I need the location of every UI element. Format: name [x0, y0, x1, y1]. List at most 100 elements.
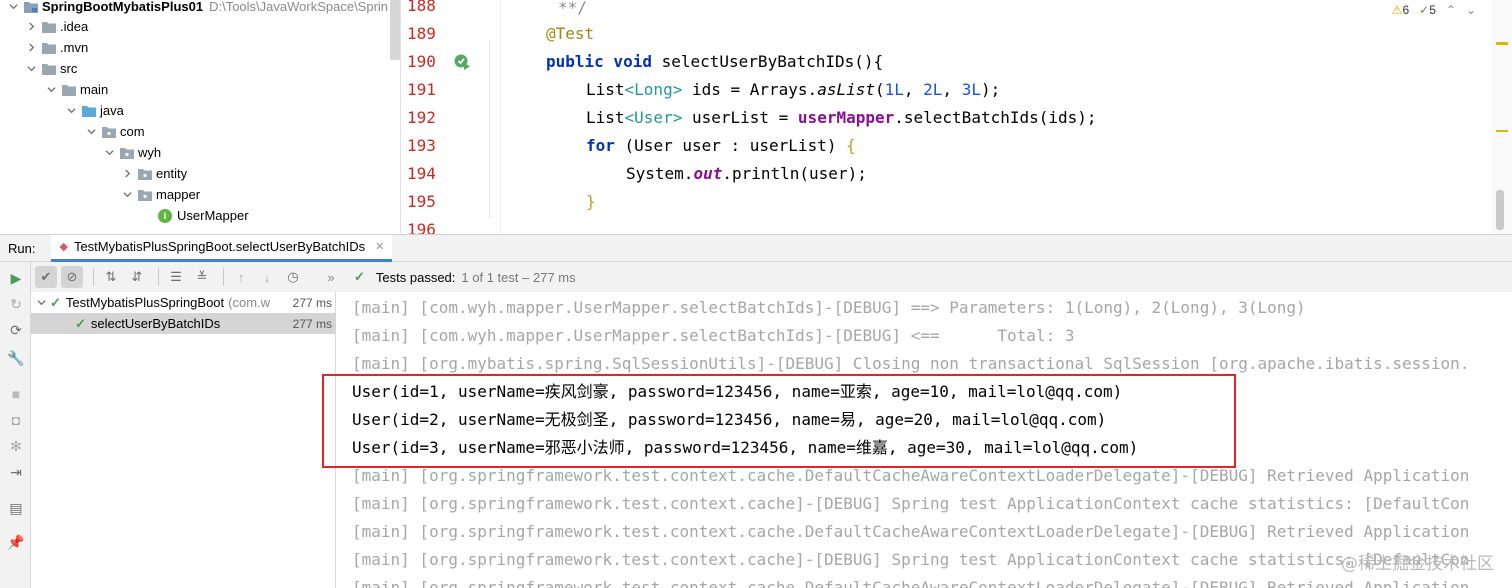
console-line: [main] [com.wyh.mapper.UserMapper.select…	[352, 326, 1075, 345]
layout-icon[interactable]: ▤	[6, 498, 26, 518]
show-ignored-icon[interactable]: ⊘	[61, 266, 83, 288]
import-icon[interactable]: ⇥	[6, 462, 26, 482]
chevron-down-icon[interactable]	[24, 64, 38, 73]
chevron-down-icon[interactable]	[120, 190, 134, 199]
editor-scrollbar[interactable]	[1496, 190, 1504, 230]
code-line-188: **/	[558, 0, 587, 17]
test-suite-row[interactable]: ✓ TestMybatisPlusSpringBoot (com.w 277 m…	[31, 292, 336, 313]
code-token: .println(user);	[722, 164, 867, 183]
console-line: User(id=3, userName=邪恶小法师, password=1234…	[352, 438, 1139, 457]
folder-icon	[42, 63, 56, 75]
root-path: D:\Tools\JavaWorkSpace\Sprin	[209, 0, 389, 14]
history-icon[interactable]: ◷	[282, 266, 304, 288]
check-icon: ✓	[354, 269, 365, 284]
chevron-up-icon[interactable]: ⌃	[1446, 3, 1456, 17]
sort-duration-icon[interactable]: ⇵	[126, 266, 148, 288]
root-name: SpringBootMybatisPlus01	[42, 0, 204, 14]
chevron-right-icon[interactable]	[120, 169, 134, 178]
code-line-193: for (User user : userList) {	[586, 132, 856, 160]
code-token: {	[846, 136, 856, 155]
check-icon: ✓	[75, 315, 86, 331]
close-icon[interactable]: ✕	[375, 240, 384, 253]
stripe-mark[interactable]	[1496, 130, 1508, 132]
chevron-down-icon[interactable]: ⌄	[1466, 3, 1476, 17]
watermark: @稀土掘金技术社区	[1341, 554, 1494, 574]
rerun-failed-icon[interactable]: ↻	[6, 294, 26, 314]
show-passed-icon[interactable]: ✔	[35, 266, 57, 288]
separator	[93, 268, 94, 286]
chevron-down-icon[interactable]	[37, 298, 46, 307]
settings-wrench-icon[interactable]: 🔧	[6, 348, 26, 368]
editor-gutter: 188 189 190 191 192 193 194 195 196	[401, 0, 501, 239]
tree-item-idea[interactable]: .idea	[24, 16, 88, 37]
chevron-down-icon[interactable]	[102, 148, 116, 157]
collapse-all-icon[interactable]: ≚	[191, 266, 213, 288]
tree-item-java[interactable]: java	[64, 100, 124, 121]
pin-icon[interactable]: 📌	[6, 532, 26, 552]
tree-item-mapper[interactable]: mapper	[120, 184, 200, 205]
chevron-down-icon[interactable]	[64, 106, 78, 115]
code-token: (User user : userList)	[614, 136, 847, 155]
chevron-down-icon[interactable]	[84, 127, 98, 136]
run-label: Run:	[8, 240, 36, 256]
arrow-down-icon[interactable]: ↓	[256, 266, 278, 288]
test-case-row[interactable]: ✓ selectUserByBatchIDs 277 ms	[31, 313, 336, 334]
code-token: <Long>	[624, 80, 683, 99]
more-icon[interactable]: »	[320, 266, 342, 288]
suite-time: 277 ms	[292, 295, 332, 310]
interface-icon: I	[158, 208, 172, 223]
package-icon	[138, 189, 152, 201]
stop-icon[interactable]: ■	[6, 384, 26, 404]
code-token: System.	[626, 164, 694, 183]
console-line: [main] [org.springframework.test.context…	[352, 494, 1470, 513]
code-token: (	[874, 80, 885, 99]
tree-label: UserMapper	[177, 208, 249, 223]
tree-scrollbar[interactable]	[390, 0, 400, 60]
console-output[interactable]: [main] [com.wyh.mapper.UserMapper.select…	[336, 292, 1512, 588]
code-token: .selectBatchIds(ids);	[894, 108, 1097, 127]
project-tree: SpringBootMybatisPlus01 D:\Tools\JavaWor…	[0, 0, 401, 234]
code-token: 3L	[961, 80, 981, 99]
folder-icon	[42, 42, 56, 54]
toggle-auto-test-icon[interactable]: ⟳	[6, 320, 26, 340]
tree-item-root[interactable]: SpringBootMybatisPlus01 D:\Tools\JavaWor…	[6, 0, 388, 17]
expand-all-icon[interactable]: ☰	[165, 266, 187, 288]
run-test-gutter-icon[interactable]	[453, 53, 471, 71]
weak-warning-count[interactable]: ✓5	[1419, 3, 1436, 17]
separator	[158, 268, 159, 286]
code-token: public void	[546, 52, 652, 71]
tree-item-com[interactable]: com	[84, 121, 145, 142]
chevron-down-icon[interactable]	[6, 2, 20, 11]
tree-item-entity[interactable]: entity	[120, 163, 187, 184]
suite-package: (com.w	[228, 295, 271, 310]
stripe-mark[interactable]	[1496, 42, 1508, 45]
tree-item-main[interactable]: main	[44, 79, 108, 100]
inspection-widget[interactable]: ⚠6 ✓5 ⌃ ⌄	[1392, 3, 1476, 17]
package-icon	[138, 168, 152, 180]
tree-label: .mvn	[60, 40, 89, 55]
tree-item-wyh[interactable]: wyh	[102, 142, 161, 163]
tab-run-config[interactable]: ◆ TestMybatisPlusSpringBoot.selectUserBy…	[51, 234, 393, 262]
debug-icon[interactable]: ✻	[6, 436, 26, 456]
warning-count[interactable]: ⚠6	[1392, 3, 1409, 17]
arrow-up-icon[interactable]: ↑	[230, 266, 252, 288]
code-token: for	[586, 136, 615, 155]
code-editor[interactable]: **/ @Test public void selectUserByBatchI…	[502, 0, 1492, 234]
camera-icon[interactable]: ◘	[6, 410, 26, 430]
console-line: [main] [com.wyh.mapper.UserMapper.select…	[352, 298, 1306, 317]
code-token: asList	[817, 80, 875, 99]
console-line: [main] [org.springframework.test.context…	[352, 522, 1470, 541]
tree-item-usermapper[interactable]: I UserMapper	[158, 205, 249, 226]
code-line-192: List<User> userList = userMapper.selectB…	[586, 104, 1097, 132]
rerun-icon[interactable]: ▶	[6, 268, 26, 288]
tree-item-src[interactable]: src	[24, 58, 77, 79]
chevron-down-icon[interactable]	[44, 85, 58, 94]
tree-item-mvn[interactable]: .mvn	[24, 37, 88, 58]
chevron-right-icon[interactable]	[24, 22, 38, 31]
sort-alpha-icon[interactable]: ⇅	[100, 266, 122, 288]
code-token: 2L	[923, 80, 943, 99]
code-token: <User>	[624, 108, 683, 127]
code-token: );	[980, 80, 1001, 99]
chevron-right-icon[interactable]	[24, 43, 38, 52]
test-name: selectUserByBatchIDs	[90, 316, 221, 331]
